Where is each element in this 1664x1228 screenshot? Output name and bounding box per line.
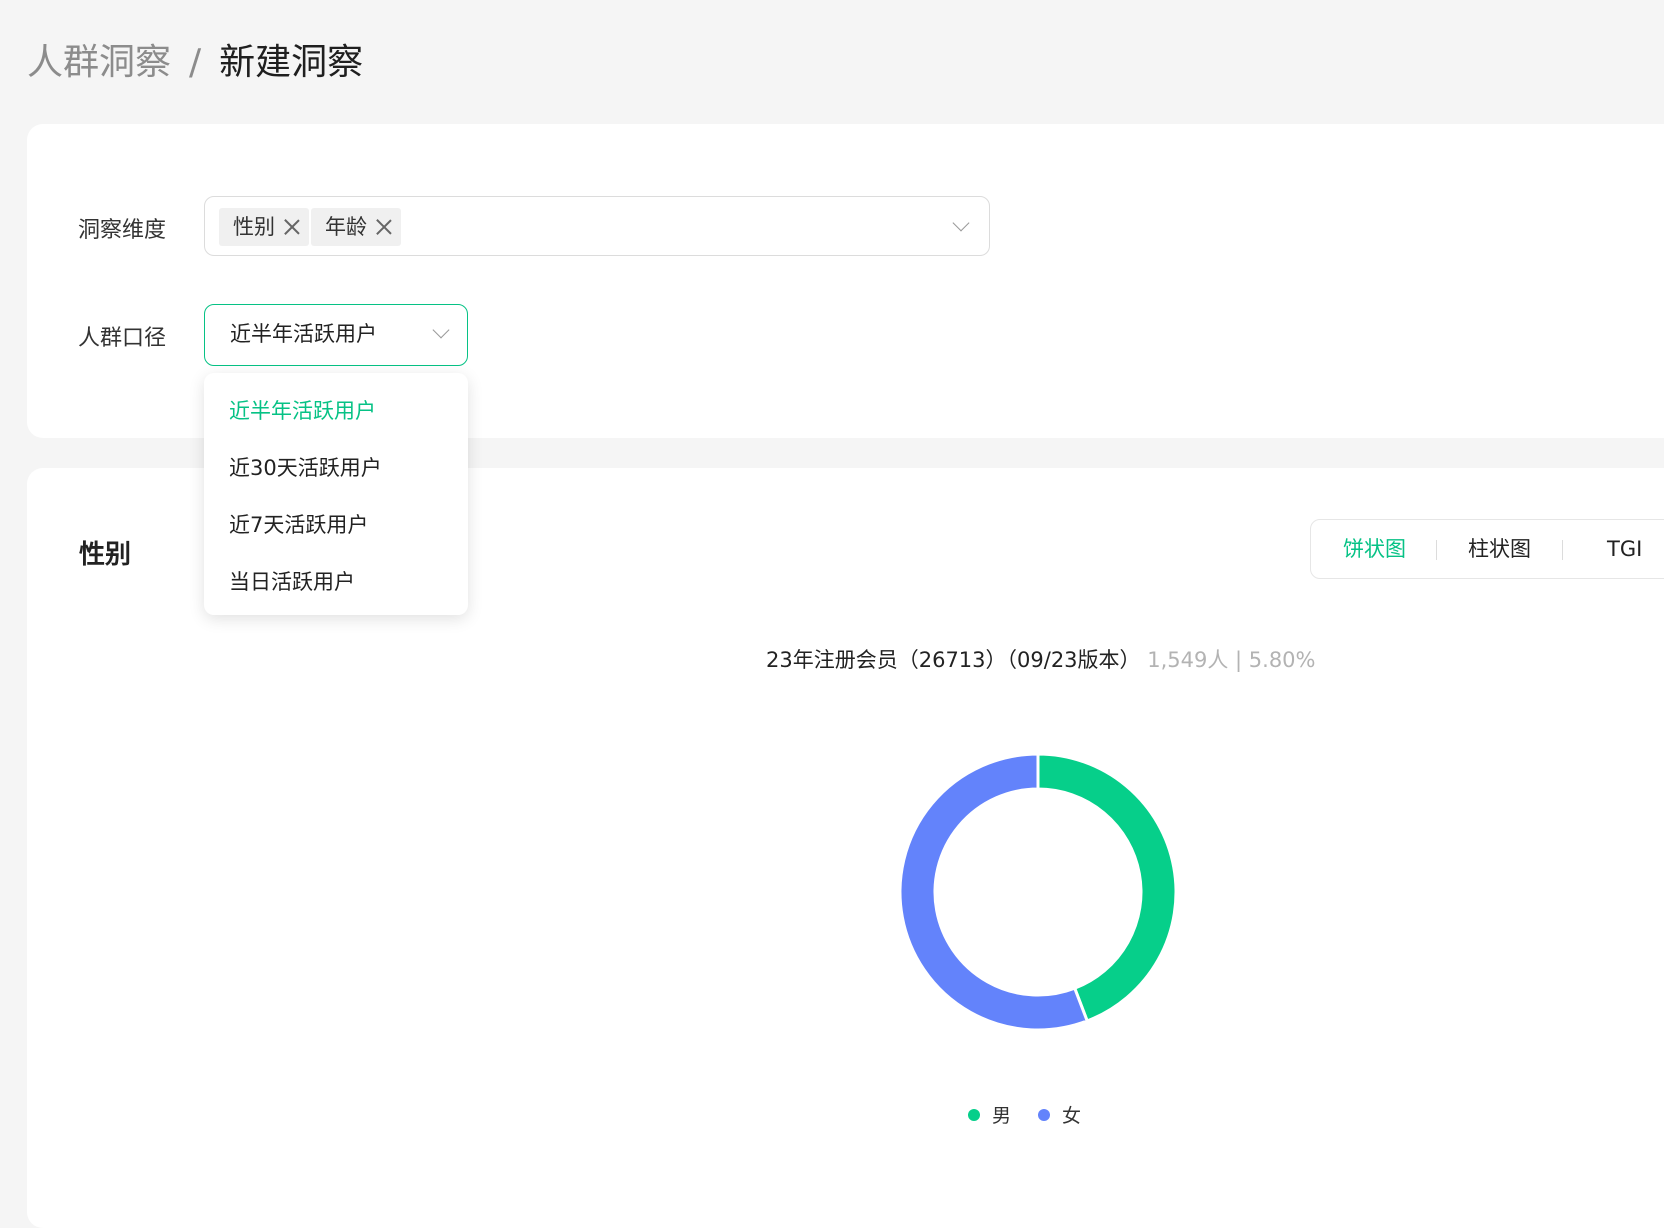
legend-label-male: 男	[992, 1105, 1012, 1127]
gender-donut-chart	[898, 752, 1178, 1032]
breadcrumb-current: 新建洞察	[219, 42, 364, 83]
dimension-tag: 年龄	[311, 208, 401, 246]
crowd-select-value: 近半年活跃用户	[230, 322, 377, 346]
dimension-label: 洞察维度	[78, 218, 167, 243]
chart-caption: 23年注册会员（26713）（09/23版本） 1,549人 | 5.80%	[766, 644, 1664, 674]
chart-caption-stats: 1,549人 | 5.80%	[1147, 648, 1316, 672]
tab-bar-chart[interactable]: 柱状图	[1468, 520, 1531, 578]
legend-dot-male	[968, 1109, 980, 1121]
legend-item-male[interactable]: 男	[968, 1101, 1011, 1128]
breadcrumb-parent[interactable]: 人群洞察	[27, 42, 171, 83]
crowd-option[interactable]: 近7天活跃用户	[229, 509, 368, 539]
tab-tgi[interactable]: TGI	[1607, 520, 1642, 578]
chart-caption-main: 23年注册会员（26713）（09/23版本）	[766, 648, 1141, 672]
dimension-tag: 性别	[219, 208, 309, 246]
crowd-select[interactable]: 近半年活跃用户	[204, 304, 468, 366]
crowd-option[interactable]: 当日活跃用户	[229, 566, 355, 596]
legend-label-female: 女	[1062, 1105, 1082, 1127]
tab-divider	[1436, 540, 1437, 560]
tab-pie-chart[interactable]: 饼状图	[1343, 520, 1406, 578]
tab-divider	[1562, 540, 1563, 560]
chevron-down-icon[interactable]	[432, 321, 450, 339]
crowd-label: 人群口径	[78, 326, 167, 351]
crowd-option[interactable]: 近30天活跃用户	[229, 452, 382, 482]
breadcrumb-separator: /	[189, 42, 202, 83]
chart-view-switch: 饼状图 柱状图 TGI	[1310, 519, 1664, 579]
close-icon[interactable]	[283, 218, 301, 236]
crowd-dropdown-menu: 近半年活跃用户 近30天活跃用户 近7天活跃用户 当日活跃用户	[204, 373, 468, 615]
dimension-multi-select[interactable]: 性别 年龄	[204, 196, 990, 256]
close-icon[interactable]	[375, 218, 393, 236]
donut-slice-male[interactable]	[1036, 752, 1178, 1023]
breadcrumb: 人群洞察 / 新建洞察	[27, 40, 363, 86]
section-title: 性别	[79, 540, 132, 570]
legend-item-female[interactable]: 女	[1038, 1101, 1081, 1128]
chevron-down-icon[interactable]	[952, 214, 970, 232]
dimension-tag-label: 年龄	[325, 215, 367, 239]
crowd-option[interactable]: 近半年活跃用户	[229, 395, 376, 425]
legend-dot-female	[1038, 1109, 1050, 1121]
donut-slice-female[interactable]	[898, 752, 1090, 1032]
dimension-tag-label: 性别	[233, 215, 275, 239]
